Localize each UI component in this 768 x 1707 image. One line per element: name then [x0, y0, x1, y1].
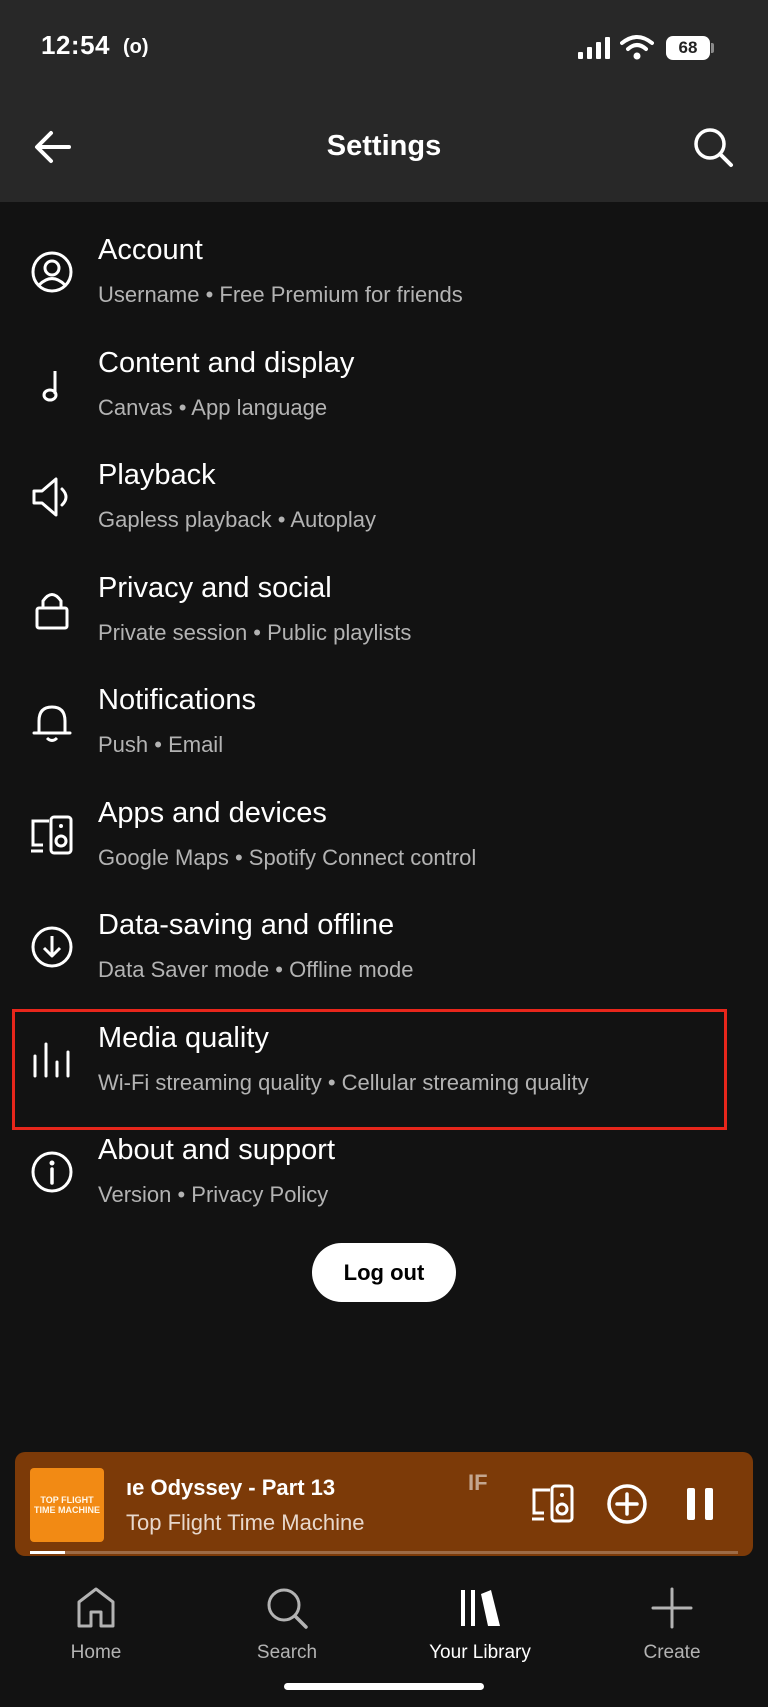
settings-item-title: Account [98, 234, 203, 266]
settings-item-account[interactable]: Account Username • Free Premium for frie… [0, 208, 768, 321]
nav-label: Home [70, 1642, 122, 1663]
download-icon [28, 923, 76, 971]
nav-your-library[interactable]: Your Library [405, 1580, 555, 1680]
settings-item-notifications[interactable]: Notifications Push • Email [0, 658, 768, 771]
search-icon [212, 1580, 362, 1636]
settings-item-apps-and-devices[interactable]: Apps and devices Google Maps • Spotify C… [0, 771, 768, 884]
track-title: ıe Odyssey - Part 13 [126, 1475, 336, 1500]
speaker-icon [28, 473, 76, 521]
album-art: TOP FLIGHT TIME MACHINE [30, 1468, 104, 1542]
home-icon [21, 1580, 171, 1636]
music-note-icon [28, 361, 76, 409]
settings-item-subtitle: Username • Free Premium for friends [98, 282, 463, 307]
settings-item-playback[interactable]: Playback Gapless playback • Autoplay [0, 433, 768, 546]
info-icon [28, 1148, 76, 1196]
library-icon [405, 1580, 555, 1636]
album-art-text: TOP FLIGHT TIME MACHINE [34, 1495, 100, 1515]
broadcast-icon: (o) [123, 36, 149, 58]
settings-item-subtitle: Version • Privacy Policy [98, 1182, 329, 1207]
settings-item-title: Privacy and social [98, 571, 332, 604]
playback-progress-bar [30, 1551, 738, 1554]
logout-button[interactable]: Log out [312, 1243, 456, 1302]
nav-home[interactable]: Home [21, 1580, 171, 1680]
status-time: 12:54 [41, 30, 110, 60]
bell-icon [28, 698, 76, 746]
settings-item-subtitle: Gapless playback • Autoplay [98, 507, 376, 532]
devices-icon [532, 1484, 574, 1523]
track-title-continuation: IF [468, 1470, 488, 1495]
settings-item-title: Content and display [98, 346, 355, 379]
search-icon [694, 128, 733, 167]
add-circle-icon [607, 1484, 647, 1524]
signal-icon [578, 37, 610, 59]
wifi-icon [620, 35, 654, 60]
playback-progress-fill [30, 1551, 66, 1554]
settings-item-title: Playback [98, 459, 216, 491]
connect-devices-button[interactable] [528, 1480, 578, 1528]
mini-player[interactable]: TOP FLIGHT TIME MACHINE ıe Odyssey - Par… [15, 1452, 753, 1556]
settings-item-content-and-display[interactable]: Content and display Canvas • App languag… [0, 321, 768, 434]
settings-item-subtitle: Push • Email [98, 732, 224, 757]
pause-button[interactable] [675, 1480, 725, 1528]
media-quality-highlight [12, 1009, 727, 1130]
settings-header: Settings [0, 100, 768, 202]
account-icon [28, 248, 76, 296]
settings-item-subtitle: Canvas • App language [98, 394, 328, 420]
battery-cap [711, 43, 714, 53]
devices-icon [28, 811, 76, 859]
settings-item-title: Apps and devices [98, 796, 327, 829]
lock-icon [28, 586, 76, 634]
pause-icon [687, 1488, 713, 1520]
settings-item-title: Data-saving and offline [98, 909, 395, 941]
nav-label: Search [256, 1642, 318, 1663]
nav-create[interactable]: Create [597, 1580, 747, 1680]
track-artist: Top Flight Time Machine [126, 1510, 365, 1535]
settings-item-subtitle: Private session • Public playlists [98, 619, 412, 645]
nav-label: Your Library [429, 1642, 531, 1663]
plus-icon [597, 1580, 747, 1636]
battery-indicator: 68 [666, 36, 710, 60]
nav-search[interactable]: Search [212, 1580, 362, 1680]
settings-item-privacy-and-social[interactable]: Privacy and social Private session • Pub… [0, 546, 768, 659]
settings-item-subtitle: Data Saver mode • Offline mode [98, 957, 414, 982]
settings-item-subtitle: Google Maps • Spotify Connect control [98, 844, 477, 870]
home-indicator [284, 1683, 484, 1690]
add-to-library-button[interactable] [602, 1480, 652, 1528]
search-settings-button[interactable] [688, 122, 738, 172]
settings-item-data-saving-and-offline[interactable]: Data-saving and offline Data Saver mode … [0, 883, 768, 996]
page-title: Settings [326, 130, 442, 162]
settings-item-title: About and support [98, 1134, 336, 1166]
status-bar: 12:54 (o) 68 [0, 0, 768, 100]
nav-label: Create [643, 1642, 701, 1663]
settings-item-title: Notifications [98, 684, 256, 716]
